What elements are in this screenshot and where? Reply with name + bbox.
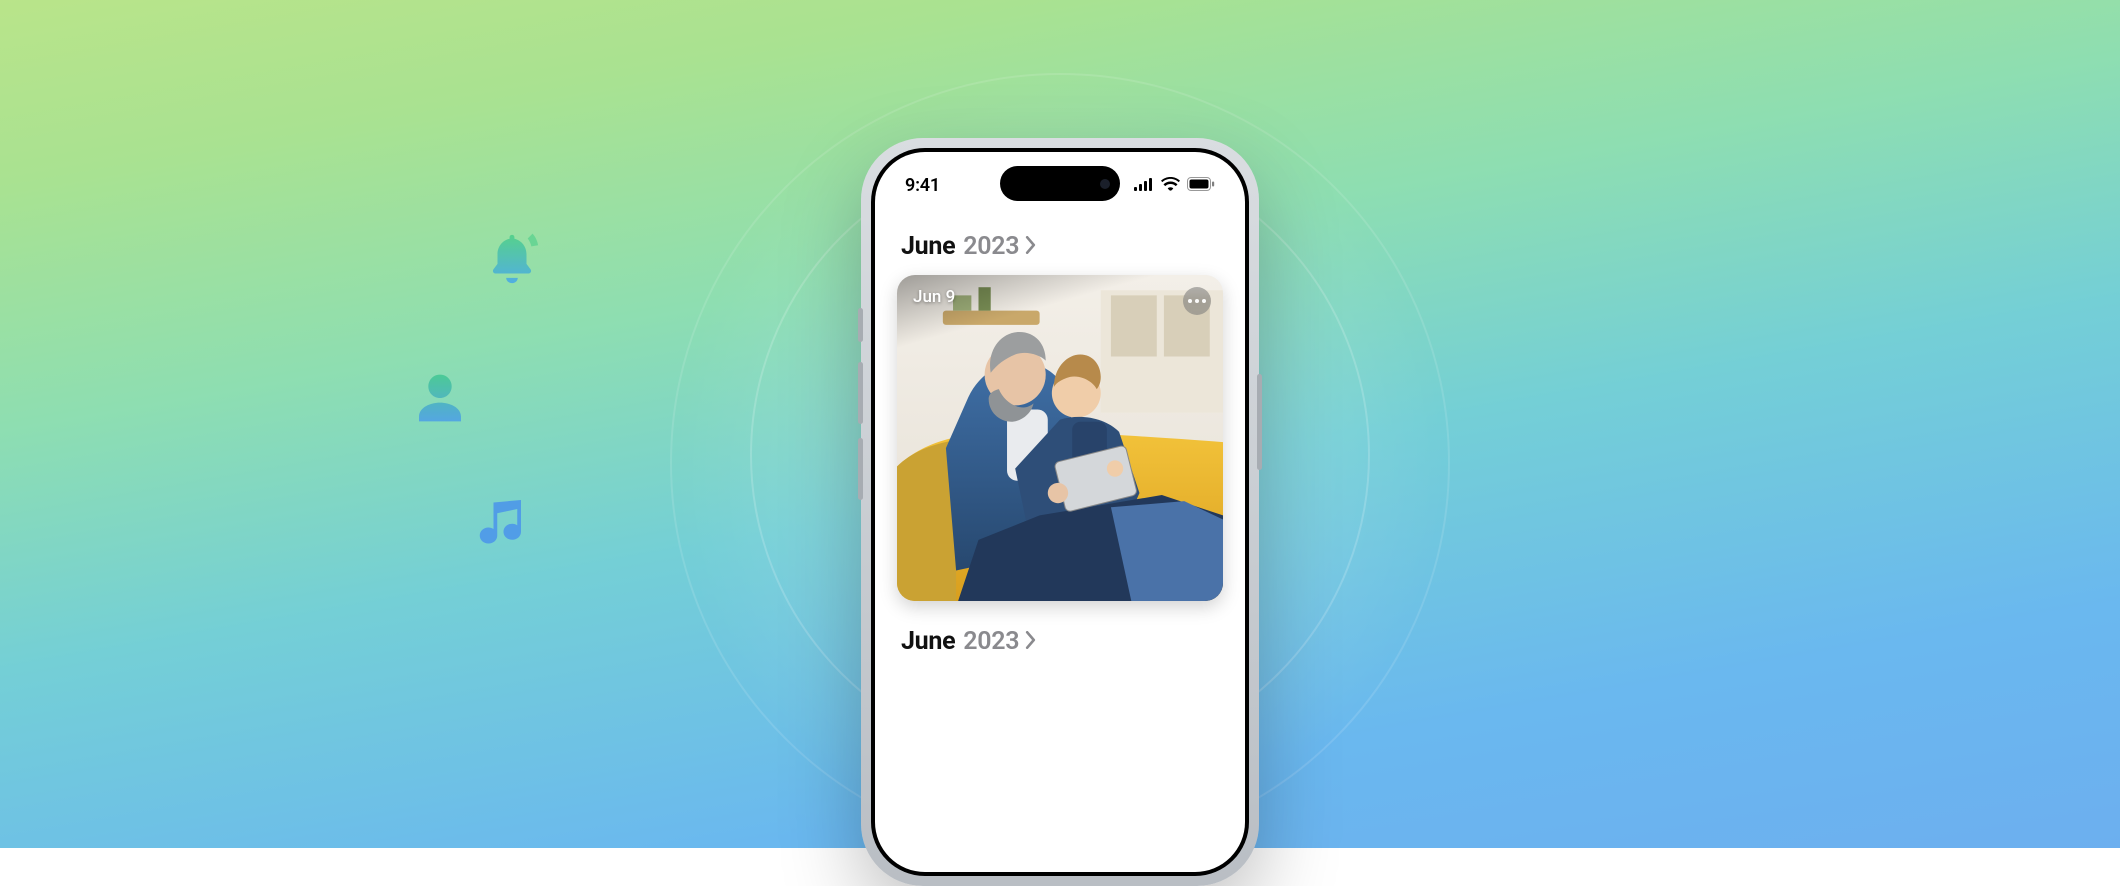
photo-card[interactable]: Jun 9 bbox=[897, 275, 1223, 601]
battery-icon bbox=[1187, 176, 1215, 195]
status-time: 9:41 bbox=[905, 175, 940, 196]
phone-side-button bbox=[858, 362, 863, 424]
cellular-icon bbox=[1134, 176, 1154, 195]
phone-screen: 9:41 bbox=[875, 152, 1245, 872]
phone-side-button bbox=[858, 308, 863, 342]
section-month: June bbox=[901, 627, 955, 656]
bell-icon bbox=[483, 230, 541, 292]
music-note-icon bbox=[471, 495, 531, 559]
phone-side-button bbox=[1257, 374, 1262, 470]
section-month: June bbox=[901, 232, 955, 261]
wifi-icon bbox=[1161, 176, 1180, 195]
dot-icon bbox=[1202, 299, 1206, 303]
chevron-right-icon bbox=[1025, 236, 1036, 254]
section-year: 2023 bbox=[963, 627, 1019, 656]
photo-date-label: Jun 9 bbox=[913, 287, 955, 307]
section-header[interactable]: June 2023 bbox=[897, 601, 1223, 670]
status-bar: 9:41 bbox=[875, 152, 1245, 208]
person-icon bbox=[412, 370, 468, 430]
promo-stage: 9:41 bbox=[0, 0, 2120, 848]
status-indicators bbox=[1134, 176, 1215, 195]
photo-thumbnail bbox=[897, 275, 1223, 601]
dot-icon bbox=[1195, 299, 1199, 303]
phone-side-button bbox=[858, 438, 863, 500]
more-button[interactable] bbox=[1183, 287, 1211, 315]
dynamic-island bbox=[1000, 166, 1120, 201]
phone-mockup: 9:41 bbox=[861, 138, 1259, 886]
dot-icon bbox=[1188, 299, 1192, 303]
section-year: 2023 bbox=[963, 232, 1019, 261]
section-header[interactable]: June 2023 bbox=[897, 216, 1223, 275]
chevron-right-icon bbox=[1025, 631, 1036, 649]
photos-content: June 2023 bbox=[875, 208, 1245, 670]
